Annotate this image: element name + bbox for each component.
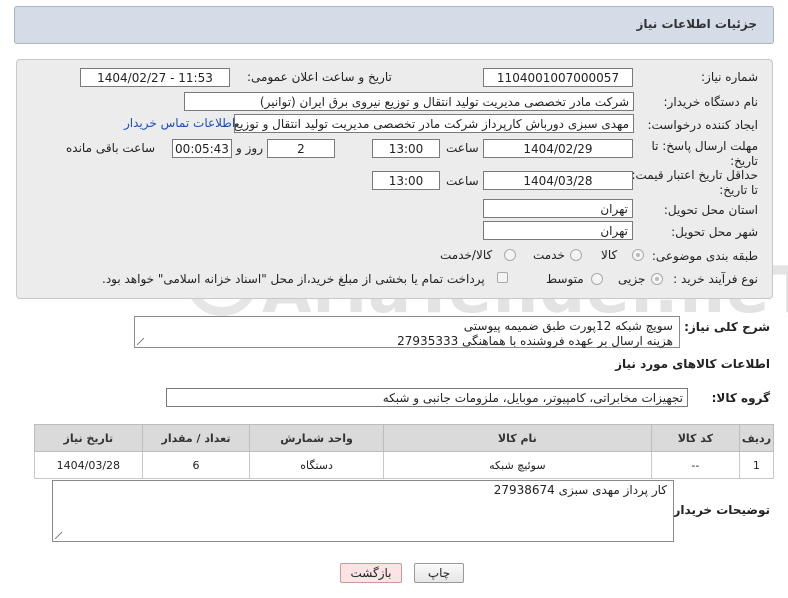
category-option-service: خدمت <box>533 248 565 262</box>
need-number-label: شماره نیاز: <box>701 70 758 84</box>
table-row: 1 -- سوئیچ شبکه دستگاه 6 1404/03/28 <box>34 451 775 479</box>
category-label: طبقه بندی موضوعی: <box>651 249 758 263</box>
reply-time-label: ساعت <box>446 141 479 155</box>
price-validity-label: حداقل تاریخ اعتبار قیمت: <box>631 168 758 182</box>
price-validity-date-field: 1404/03/28 <box>483 171 633 190</box>
resize-grip-icon[interactable] <box>137 338 144 345</box>
goods-table-header: ردیف کد کالا نام کالا واحد شمارش تعداد /… <box>34 424 775 452</box>
goods-table: ردیف کد کالا نام کالا واحد شمارش تعداد /… <box>34 424 775 479</box>
summary-line-1: سویچ شبکه 12پورت طبق ضمیمه پیوستی <box>463 319 673 333</box>
resize-grip-icon[interactable] <box>55 532 62 539</box>
remaining-time-field: 00:05:43 <box>172 139 232 158</box>
col-code: کد کالا <box>650 424 740 452</box>
announce-datetime-label: تاریخ و ساعت اعلان عمومی: <box>247 70 392 84</box>
category-radio-service[interactable] <box>570 249 582 261</box>
reply-date-field: 1404/02/29 <box>483 139 633 158</box>
buyer-notes-text: کار پرداز مهدی سبزی 27938674 <box>493 483 667 497</box>
buyer-notes-label: توضیحات خریدار: <box>668 503 770 517</box>
need-number-field: 1104001007000057 <box>483 68 633 87</box>
remaining-days-field: 2 <box>267 139 335 158</box>
price-validity-time-field: 13:00 <box>372 171 440 190</box>
cell-code: -- <box>650 451 740 479</box>
purchase-radio-medium[interactable] <box>591 273 603 285</box>
col-row: ردیف <box>738 424 775 452</box>
buyer-org-label: نام دستگاه خریدار: <box>663 95 759 109</box>
cell-unit: دستگاه <box>249 451 384 479</box>
page-header: جزئیات اطلاعات نیاز <box>14 6 774 44</box>
cell-need-date: 1404/03/28 <box>34 451 143 479</box>
summary-line-2: هزینه ارسال بر عهده فروشنده با هماهنگی 2… <box>397 334 673 348</box>
cell-name: سوئیچ شبکه <box>382 451 652 479</box>
purchase-option-minor: جزیی <box>618 272 646 286</box>
purchase-type-label: نوع فرآیند خرید : <box>673 272 758 286</box>
col-unit: واحد شمارش <box>249 424 384 452</box>
col-quantity: تعداد / مقدار <box>141 424 251 452</box>
treasury-payment-checkbox[interactable] <box>497 272 508 283</box>
category-option-goods: کالا <box>601 248 618 262</box>
price-validity-label-2: تا تاریخ: <box>719 183 758 197</box>
remaining-days-label: روز و <box>236 141 263 155</box>
page-title: جزئیات اطلاعات نیاز <box>636 17 757 31</box>
city-label: شهر محل تحویل: <box>671 225 758 239</box>
reply-deadline-label: مهلت ارسال پاسخ: تا <box>651 139 758 153</box>
category-radio-goods-service[interactable] <box>504 249 516 261</box>
print-button[interactable]: چاپ <box>414 563 464 583</box>
announce-datetime-field: 1404/02/27 - 11:53 <box>80 68 230 87</box>
back-button[interactable]: بازگشت <box>340 563 402 583</box>
summary-textarea: سویچ شبکه 12پورت طبق ضمیمه پیوستی هزینه … <box>134 316 680 348</box>
requester-field: مهدی سبزی دورباش کارپرداز شرکت مادر تخصص… <box>234 114 634 133</box>
summary-label: شرح کلی نیاز: <box>684 320 770 334</box>
treasury-payment-note: پرداخت تمام یا بخشی از مبلغ خرید،از محل … <box>102 272 485 286</box>
requester-label: ایجاد کننده درخواست: <box>647 118 758 132</box>
cell-quantity: 6 <box>141 451 251 479</box>
cell-row: 1 <box>738 451 775 479</box>
purchase-option-medium: متوسط <box>546 272 584 286</box>
goods-group-field: تجهیزات مخابراتی، کامپیوتر، موبایل، ملزو… <box>166 388 688 407</box>
province-field: تهران <box>483 199 633 218</box>
buyer-org-field: شرکت مادر تخصصی مدیریت تولید انتقال و تو… <box>184 92 634 111</box>
goods-group-label: گروه کالا: <box>711 391 770 405</box>
price-validity-time-label: ساعت <box>446 174 479 188</box>
category-radio-goods[interactable] <box>632 249 644 261</box>
category-option-goods-service: کالا/خدمت <box>440 248 493 262</box>
remaining-time-label: ساعت باقی مانده <box>66 141 156 155</box>
buyer-contact-link[interactable]: اطلاعات تماس خریدار <box>124 116 235 130</box>
purchase-radio-minor[interactable] <box>651 273 663 285</box>
reply-time-field: 13:00 <box>372 139 440 158</box>
city-field: تهران <box>483 221 633 240</box>
province-label: استان محل تحویل: <box>663 203 758 217</box>
buyer-notes-textarea: کار پرداز مهدی سبزی 27938674 <box>52 480 674 542</box>
col-need-date: تاریخ نیاز <box>34 424 143 452</box>
col-name: نام کالا <box>382 424 652 452</box>
reply-deadline-label-2: تاریخ: <box>730 154 758 168</box>
goods-section-title: اطلاعات کالاهای مورد نیاز <box>615 357 770 371</box>
